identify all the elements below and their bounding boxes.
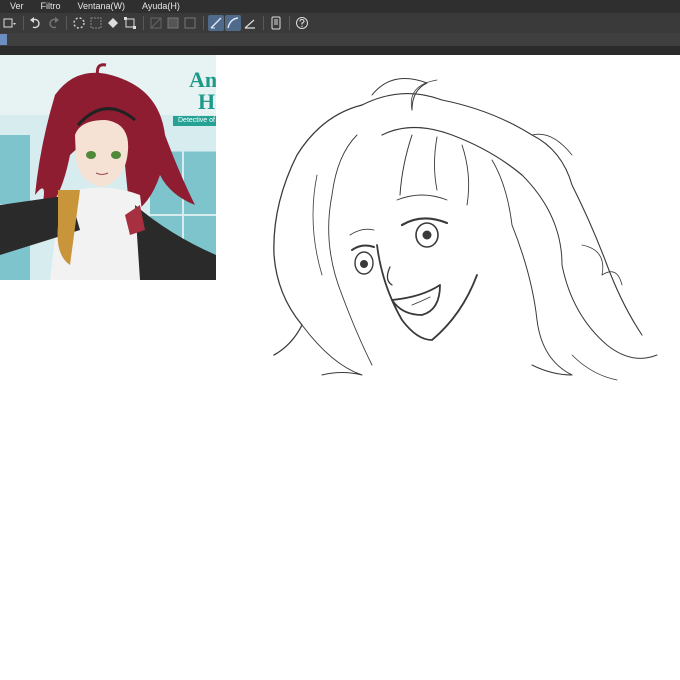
undo-icon[interactable] bbox=[28, 15, 44, 31]
help-icon[interactable] bbox=[294, 15, 310, 31]
toolbar-separator bbox=[143, 16, 144, 30]
toolbar-separator bbox=[289, 16, 290, 30]
ruler-snap-icon[interactable] bbox=[208, 15, 224, 31]
redo-icon[interactable] bbox=[45, 15, 61, 31]
fill-icon[interactable] bbox=[105, 15, 121, 31]
device-icon[interactable] bbox=[268, 15, 284, 31]
reference-character-art bbox=[0, 55, 216, 280]
menu-ventana[interactable]: Ventana(W) bbox=[78, 0, 126, 13]
loading-spinner-icon bbox=[71, 15, 87, 31]
drawing-canvas[interactable]: An Ha Detective of bbox=[0, 55, 680, 680]
menu-ver[interactable]: Ver bbox=[10, 0, 24, 13]
toolbar-separator bbox=[263, 16, 264, 30]
curve-snap-icon[interactable] bbox=[225, 15, 241, 31]
grid-off-icon[interactable] bbox=[148, 15, 164, 31]
grid-icon[interactable] bbox=[165, 15, 181, 31]
active-tab-indicator[interactable] bbox=[0, 34, 7, 45]
reference-image: An Ha Detective of bbox=[0, 55, 216, 280]
layer-dropdown-icon[interactable] bbox=[2, 15, 18, 31]
menu-bar: Ver Filtro Ventana(W) Ayuda(H) bbox=[0, 0, 680, 13]
toolbar-separator bbox=[23, 16, 24, 30]
deselect-icon[interactable] bbox=[88, 15, 104, 31]
square-icon[interactable] bbox=[182, 15, 198, 31]
menu-filtro[interactable]: Filtro bbox=[41, 0, 61, 13]
toolbar-separator bbox=[203, 16, 204, 30]
character-sketch bbox=[273, 78, 658, 381]
angle-ruler-icon[interactable] bbox=[242, 15, 258, 31]
transform-icon[interactable] bbox=[122, 15, 138, 31]
canvas-frame bbox=[0, 47, 680, 55]
tool-property-bar bbox=[0, 33, 680, 47]
menu-ayuda[interactable]: Ayuda(H) bbox=[142, 0, 180, 13]
command-toolbar bbox=[0, 13, 680, 33]
toolbar-separator bbox=[66, 16, 67, 30]
reference-title-line-2: Ha bbox=[198, 89, 216, 114]
reference-banner: Detective of bbox=[173, 116, 216, 126]
